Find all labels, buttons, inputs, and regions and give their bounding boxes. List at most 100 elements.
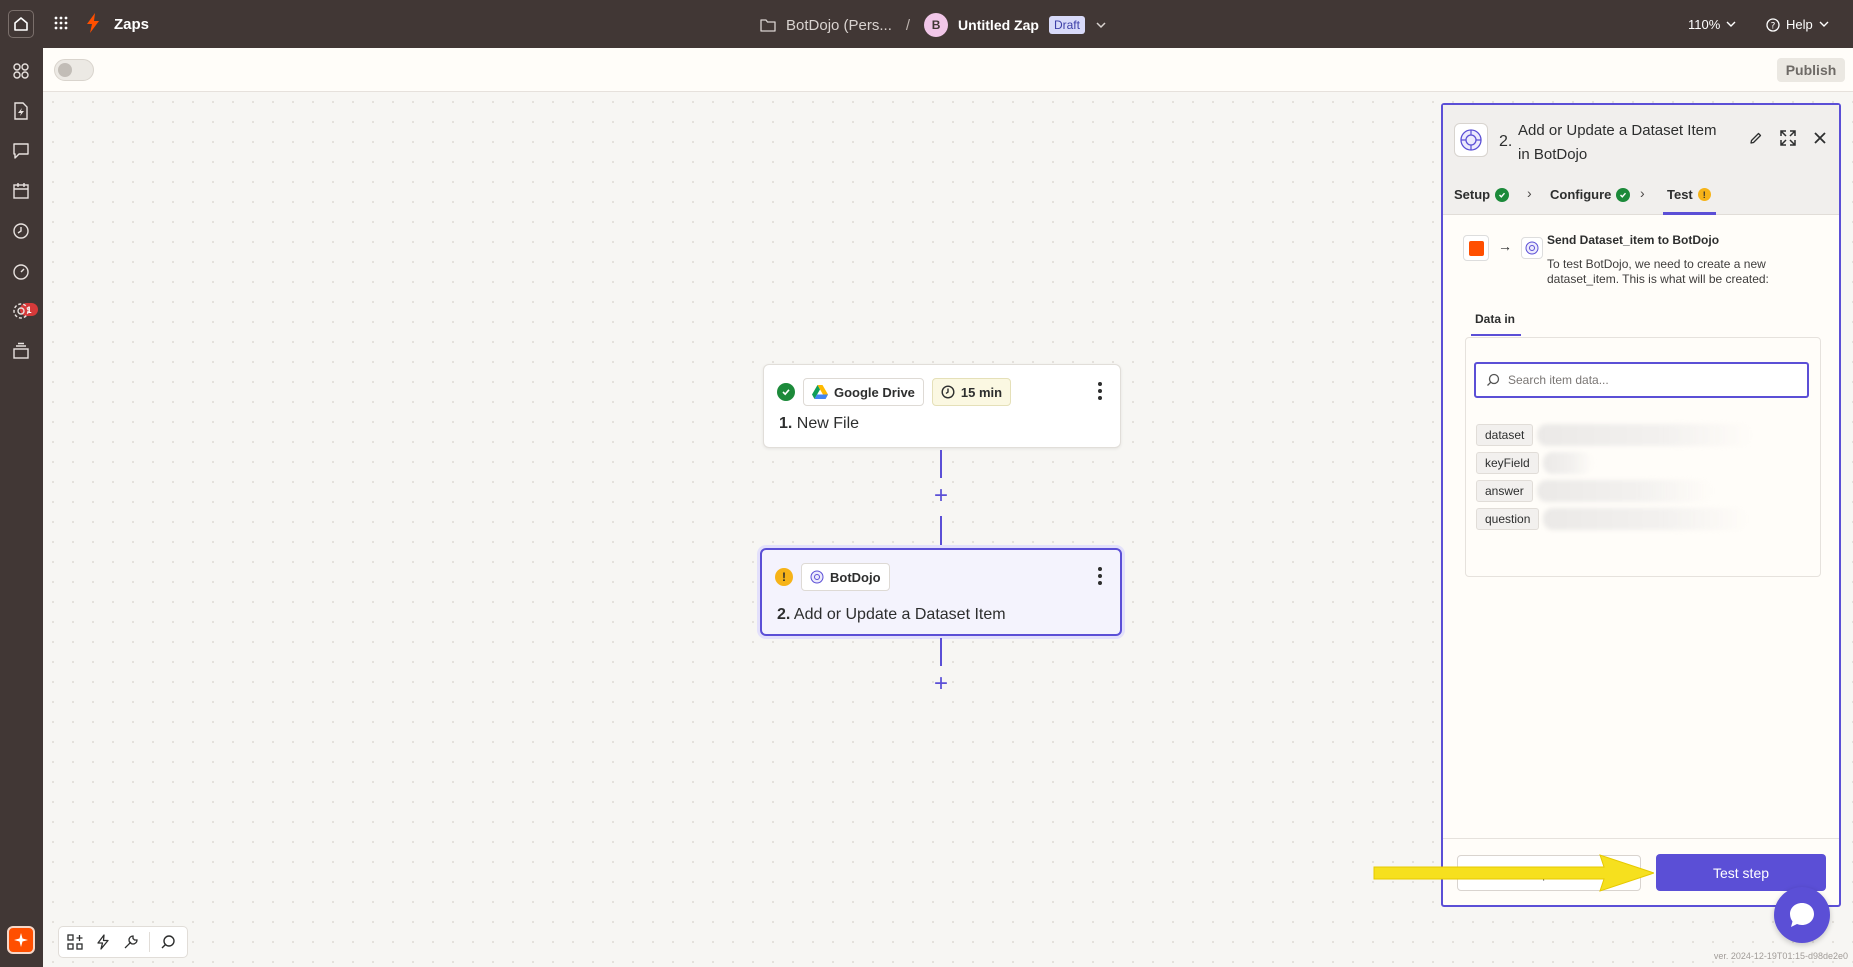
check-circle-icon (1616, 187, 1631, 202)
poll-interval: 15 min (960, 384, 1003, 400)
success-check-icon (777, 383, 795, 401)
chevron-right-icon: › (1527, 185, 1532, 201)
rail-history[interactable] (10, 220, 32, 242)
folder-name[interactable]: BotDojo (Pers... (786, 17, 892, 34)
botdojo-app-icon (1454, 123, 1488, 157)
field-key: dataset (1476, 424, 1534, 446)
apps-icon (13, 63, 29, 79)
poll-interval-chip: 15 min (931, 378, 1012, 406)
rail-templates[interactable] (10, 340, 32, 362)
field-value-redacted (1542, 452, 1593, 474)
step-title: 1. New File (779, 415, 859, 433)
panel-step-number: 2. (1499, 133, 1513, 150)
apps-grid-button[interactable] (54, 16, 68, 33)
field-key: answer (1476, 480, 1533, 502)
wrench-icon[interactable] (121, 932, 141, 952)
zoom-dropdown[interactable]: 110% (1688, 17, 1736, 32)
search-field[interactable] (1474, 362, 1809, 398)
help-menu[interactable]: ? Help (1766, 17, 1829, 32)
add-step-button[interactable]: + (931, 672, 951, 696)
tab-test[interactable]: Test ! (1667, 187, 1711, 202)
active-tab-indicator (1471, 334, 1521, 336)
app-title[interactable]: Zaps (114, 16, 149, 33)
left-rail: 1 (0, 48, 43, 967)
step-name: Add or Update a Dataset Item (793, 606, 1006, 623)
zap-on-off-toggle[interactable] (54, 59, 94, 81)
chevron-down-icon[interactable] (1095, 21, 1107, 29)
support-chat-button[interactable] (1774, 887, 1830, 943)
botdojo-icon (810, 570, 824, 584)
tab-label: Configure (1550, 187, 1612, 202)
warning-icon: ! (1697, 188, 1711, 201)
arrow-right-icon: → (1498, 238, 1512, 254)
add-step-button[interactable]: + (931, 484, 951, 508)
check-circle-icon (1495, 187, 1510, 202)
home-button[interactable] (8, 10, 34, 38)
toolbar-divider (149, 932, 150, 952)
zaps-bolt-icon (86, 13, 100, 36)
zap-name[interactable]: Untitled Zap (958, 17, 1039, 33)
calendar-icon (13, 183, 29, 199)
data-field-row: answer (1476, 480, 1712, 502)
send-title: Send Dataset_item to BotDojo (1547, 233, 1720, 247)
add-widget-icon[interactable] (65, 932, 85, 952)
zapier-icon (1463, 235, 1489, 261)
clock-icon (941, 385, 955, 399)
grid-icon (54, 16, 68, 30)
search-input[interactable] (1508, 373, 1788, 387)
search-icon[interactable] (158, 932, 178, 952)
breadcrumb: BotDojo (Pers... / B Untitled Zap Draft (760, 12, 1107, 38)
rail-settings[interactable] (10, 300, 32, 322)
chat-icon (13, 143, 29, 159)
gauge-icon (13, 264, 29, 280)
step-menu-button[interactable] (1092, 564, 1108, 588)
rail-zaps[interactable] (10, 100, 32, 122)
tab-setup[interactable]: Setup (1454, 187, 1510, 202)
step-card-action[interactable]: ! BotDojo 2. Add or Update a Dataset Ite… (760, 548, 1122, 636)
pencil-icon[interactable] (1749, 131, 1763, 145)
step-number: 2. (777, 606, 791, 623)
home-icon (14, 17, 28, 31)
connector-line (940, 638, 942, 666)
expand-icon[interactable] (1779, 129, 1797, 147)
app-name: Google Drive (834, 384, 915, 400)
field-key: keyField (1476, 452, 1539, 474)
rail-apps[interactable] (10, 60, 32, 82)
copilot-button[interactable] (7, 926, 35, 954)
tab-data-in[interactable]: Data in (1475, 312, 1515, 326)
active-tab-indicator (1663, 212, 1716, 215)
gear-icon (13, 303, 29, 319)
version-label: ver. 2024-12-19T01:15-d98de2e0 (1713, 951, 1848, 961)
editor-toolbar: Publish (43, 48, 1853, 92)
canvas-toolbar (58, 926, 188, 958)
step-name: New File (796, 415, 860, 432)
step-menu-button[interactable] (1092, 379, 1108, 403)
question-circle-icon: ? (1766, 17, 1780, 32)
connector-line (940, 516, 942, 546)
close-icon[interactable] (1813, 131, 1827, 145)
step-card-trigger[interactable]: Google Drive 15 min 1. New File (763, 364, 1121, 448)
top-bar: Zaps BotDojo (Pers... / B Untitled Zap D… (0, 0, 1853, 48)
publish-button[interactable]: Publish (1777, 58, 1845, 82)
panel-header: 2. Add or Update a Dataset Item in BotDo… (1443, 105, 1839, 175)
send-description: To test BotDojo, we need to create a new… (1547, 257, 1769, 286)
search-icon (1487, 373, 1500, 386)
chevron-down-icon (1819, 21, 1829, 27)
rail-tables[interactable] (10, 180, 32, 202)
app-chip-botdojo: BotDojo (801, 563, 890, 591)
folder-icon (760, 19, 776, 32)
tab-configure[interactable]: Configure (1550, 187, 1631, 202)
step-title: 2. Add or Update a Dataset Item (777, 606, 1006, 624)
rail-activity[interactable] (10, 260, 32, 282)
warning-icon: ! (775, 568, 793, 586)
breadcrumb-separator: / (905, 16, 911, 34)
app-name: BotDojo (830, 569, 881, 585)
zap-file-icon (14, 102, 28, 120)
rail-interfaces[interactable] (10, 140, 32, 162)
google-drive-icon (812, 385, 828, 399)
test-step-button[interactable]: Test step (1656, 854, 1826, 891)
svg-text:?: ? (1771, 21, 1776, 31)
status-badge: Draft (1048, 16, 1085, 34)
help-label: Help (1786, 17, 1813, 32)
bolt-icon[interactable] (93, 932, 113, 952)
